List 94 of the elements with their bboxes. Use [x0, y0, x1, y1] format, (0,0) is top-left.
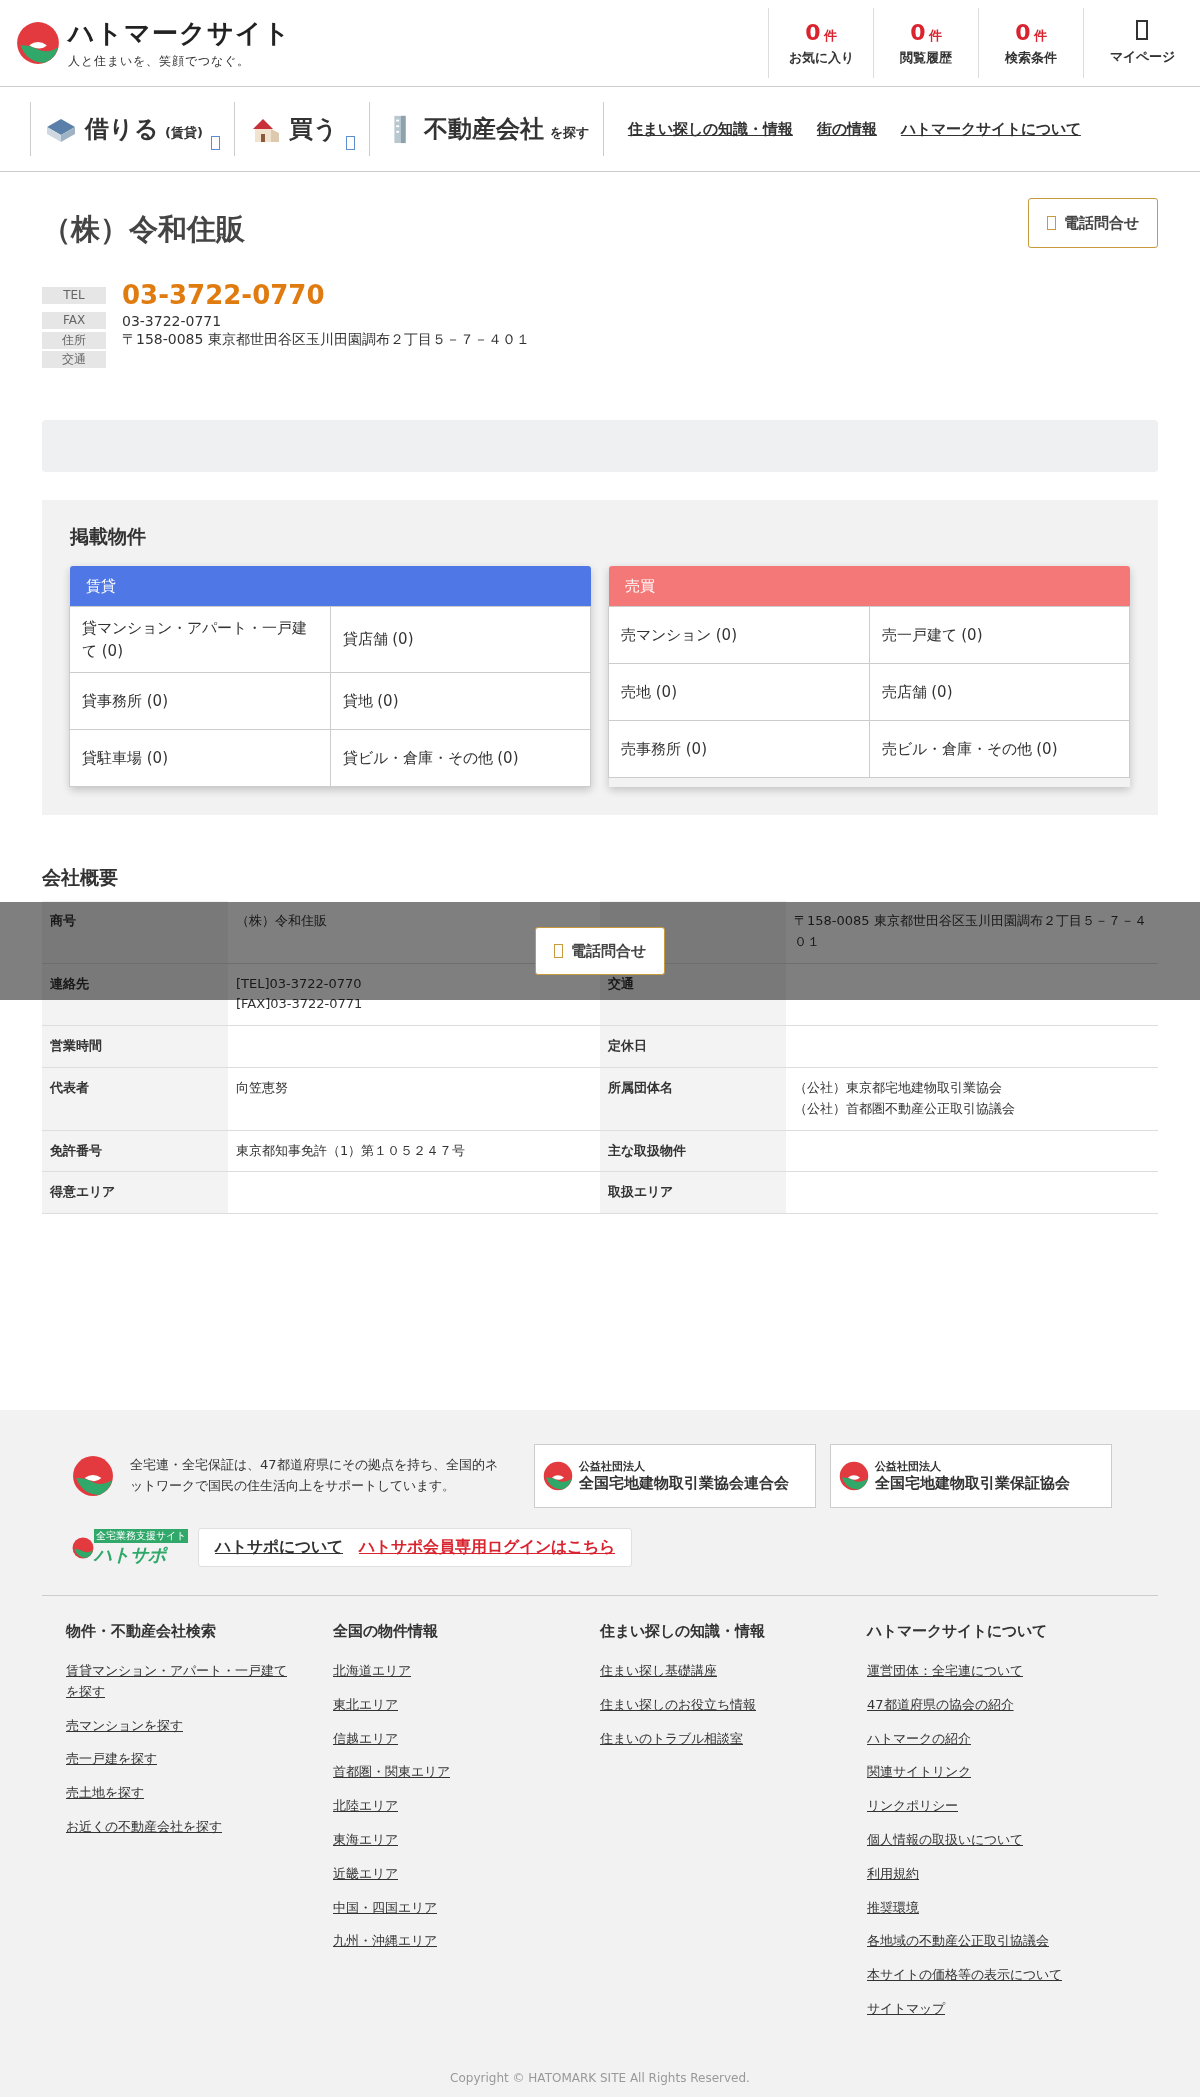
property-type-link[interactable]: 貸店舗 (0): [329, 606, 591, 673]
missing-glyph-icon: [1047, 216, 1056, 230]
footer-link[interactable]: 推奨環境: [867, 1897, 1097, 1919]
footer-column-title: 全国の物件情報: [333, 1622, 439, 1641]
footer-link[interactable]: 首都圏・関東エリア: [333, 1762, 563, 1784]
contact-label: TEL: [42, 286, 106, 304]
footer-column-title: ハトマークサイトについて: [867, 1622, 1048, 1641]
contact-value: 〒158-0085 東京都世田谷区玉川田園調布２丁目５－７－４０１: [122, 331, 530, 349]
footer-link[interactable]: ハトサポ会員専用ログインはこちら: [359, 1537, 615, 1558]
footer-link[interactable]: リンクポリシー: [867, 1796, 1097, 1817]
logo-icon: [72, 1455, 114, 1497]
field-value: 東京都知事免許（1）第１０５２４７号: [236, 1142, 466, 1158]
logo-icon[interactable]: [16, 21, 60, 65]
category-header: 賃貸: [70, 566, 591, 607]
field-value: （公社）東京都宅地建物取引業協会 （公社）首都圏不動産公正取引協議会: [794, 1080, 1015, 1116]
field-value: （株）令和住販: [236, 913, 327, 928]
phone-number: 03-3722-0770: [122, 280, 325, 310]
footer-link[interactable]: 九州・沖縄エリア: [333, 1931, 563, 1953]
property-type-link[interactable]: 売一戸建て (0): [868, 606, 1130, 664]
contact-label: FAX: [42, 312, 106, 329]
about-text: 全宅連・全宅保証は、47都道府県にその拠点を持ち、全国的ネットワークで国民の住生活向上をサポートしています。: [130, 1456, 499, 1495]
field-label: 主な取扱物件: [608, 1142, 686, 1158]
counter-link[interactable]: 0 件 お気に入り: [768, 8, 873, 78]
footer-link[interactable]: 個人情報の取扱いについて: [867, 1830, 1097, 1851]
organization-banner[interactable]: 公益社団法人 全国宅地建物取引業保証協会: [830, 1444, 1112, 1508]
footer-link[interactable]: 本サイトの価格等の表示について: [867, 1965, 1097, 1986]
section-title: 掲載物件: [70, 524, 147, 549]
footer-link[interactable]: お近くの不動産会社を探す: [66, 1817, 296, 1838]
site-logo-text[interactable]: ハトマークサイト: [68, 16, 291, 51]
footer-link[interactable]: サイトマップ: [867, 1998, 1097, 2020]
field-label: 商号: [50, 913, 76, 928]
footer-link[interactable]: 売マンションを探す: [66, 1715, 296, 1737]
section-title: 会社概要: [42, 865, 119, 890]
nav-link[interactable]: ハトマークサイトについて: [900, 119, 1081, 139]
footer-link[interactable]: 各地域の不動産公正取引協議会: [867, 1931, 1097, 1953]
counter-link[interactable]: 0 件 検索条件: [978, 8, 1083, 78]
footer-link[interactable]: 47都道府県の協会の紹介: [867, 1694, 1097, 1716]
property-type-link[interactable]: 売マンション (0): [608, 606, 870, 664]
field-label: 取扱エリア: [608, 1184, 673, 1200]
field-value: 向笠恵努: [236, 1080, 288, 1095]
footer-link[interactable]: 運営団体：全宅連について: [867, 1661, 1097, 1682]
category-menu[interactable]: 不動産会社 を探す: [368, 102, 604, 156]
footer-link[interactable]: 売一戸建を探す: [66, 1749, 296, 1771]
property-type-link[interactable]: 貸駐車場 (0): [69, 729, 331, 787]
footer-column-title: 住まい探しの知識・情報: [600, 1622, 766, 1641]
footer-link[interactable]: ハトサポについて: [215, 1537, 343, 1558]
copyright-text: Copyright © HATOMARK SITE All Rights Reserved.: [449, 2071, 751, 2085]
footer-link[interactable]: 利用規約: [867, 1863, 1097, 1885]
site-tagline: 人と住まいを、笑顔でつなぐ。: [68, 53, 251, 70]
property-type-link[interactable]: 貸マンション・アパート・一戸建て (0): [69, 606, 331, 673]
field-label: 得意エリア: [50, 1184, 115, 1200]
category-menu[interactable]: 買う: [233, 102, 369, 156]
missing-glyph-icon: [554, 944, 563, 958]
field-label: 代表者: [50, 1080, 89, 1095]
footer-link[interactable]: 信越エリア: [333, 1728, 563, 1750]
field-label: 連絡先: [50, 975, 89, 991]
footer-link[interactable]: 北陸エリア: [333, 1796, 563, 1817]
property-type-link[interactable]: 売ビル・倉庫・その他 (0): [868, 720, 1130, 778]
footer-link[interactable]: 売土地を探す: [66, 1783, 296, 1804]
footer-link[interactable]: ハトマークの紹介: [867, 1728, 1097, 1750]
footer-column-title: 物件・不動産会社検索: [66, 1622, 217, 1641]
footer-link[interactable]: 住まい探し基礎講座: [600, 1661, 830, 1682]
property-type-link[interactable]: 売事務所 (0): [608, 720, 870, 778]
category-menu[interactable]: 借りる (賃貸): [30, 102, 234, 156]
field-value: 〒158-0085 東京都世田谷区玉川田園調布２丁目５－７－４０１: [794, 913, 1147, 949]
footer-link[interactable]: 住まい探しのお役立ち情報: [600, 1694, 830, 1716]
field-value: [TEL]03-3722-0770 [FAX]03-3722-0771: [236, 975, 363, 1012]
footer-link[interactable]: 東海エリア: [333, 1830, 563, 1851]
field-label: 所属団体名: [608, 1080, 673, 1095]
phone-inquiry-button[interactable]: 電話問合せ: [535, 927, 665, 975]
nav-link[interactable]: 街の情報: [816, 119, 877, 139]
counter-link[interactable]: 0 件 閲覧履歴: [873, 8, 978, 78]
organization-banner[interactable]: 公益社団法人 全国宅地建物取引業協会連合会: [534, 1444, 816, 1508]
property-type-link[interactable]: 貸ビル・倉庫・その他 (0): [329, 729, 591, 787]
footer-link[interactable]: 住まいのトラブル相談室: [600, 1728, 830, 1750]
footer-link[interactable]: 近畿エリア: [333, 1863, 563, 1885]
contact-label: 住所: [42, 331, 106, 349]
category-header: 売買: [609, 566, 1130, 607]
field-label: 免許番号: [50, 1142, 102, 1158]
footer-link[interactable]: 東北エリア: [333, 1694, 563, 1716]
missing-glyph-icon: [1136, 20, 1148, 40]
field-label: 交通: [608, 975, 634, 991]
phone-inquiry-button[interactable]: 電話問合せ: [1028, 198, 1158, 248]
field-label: 定休日: [608, 1038, 647, 1054]
footer-link[interactable]: 賃貸マンション・アパート・一戸建てを探す: [66, 1661, 296, 1703]
company-name: （株）令和住販: [42, 211, 245, 248]
field-label: 営業時間: [50, 1038, 102, 1054]
contact-label: 交通: [42, 351, 106, 368]
mypage-link[interactable]: マイページ: [1083, 8, 1200, 78]
contact-value: 03-3722-0771: [122, 312, 222, 329]
footer-link[interactable]: 関連サイトリンク: [867, 1762, 1097, 1784]
footer-link[interactable]: 中国・四国エリア: [333, 1897, 563, 1919]
footer-link[interactable]: 北海道エリア: [333, 1661, 563, 1682]
nav-link[interactable]: 住まい探しの知識・情報: [627, 119, 793, 139]
